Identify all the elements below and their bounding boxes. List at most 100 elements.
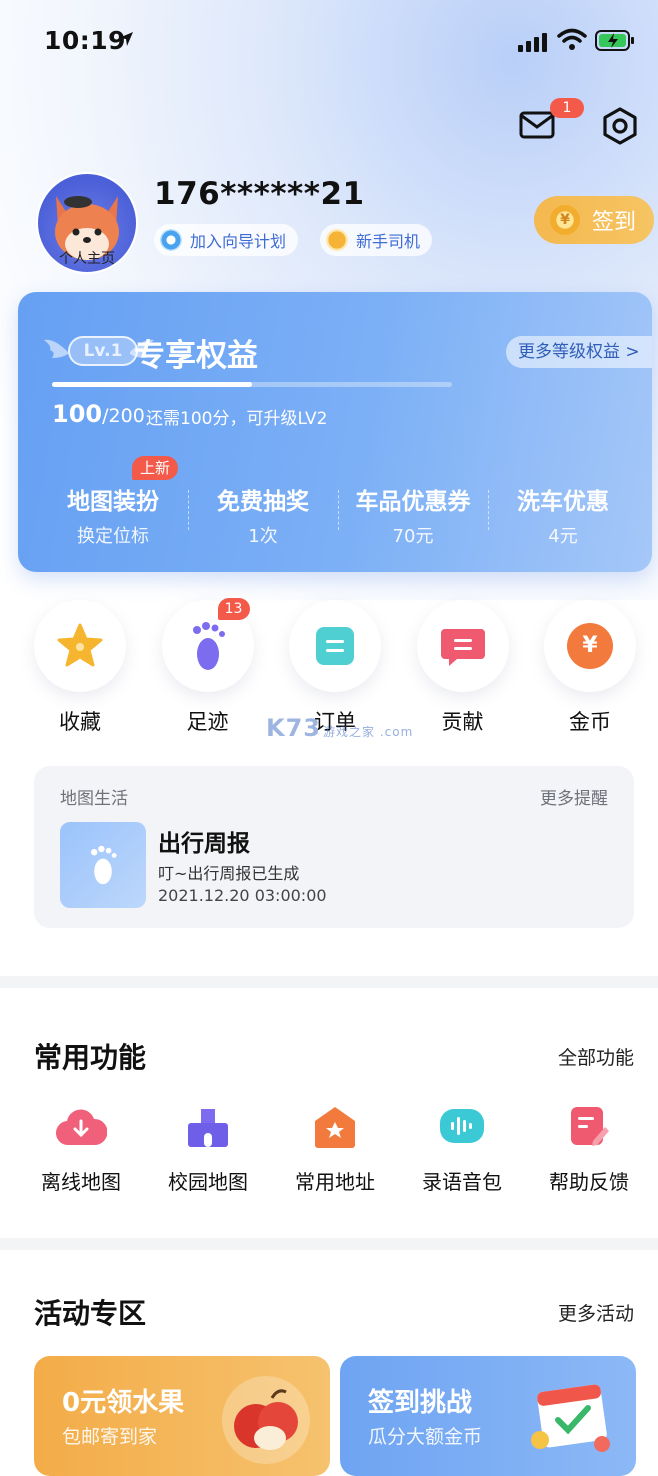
- shortcut-footprints[interactable]: 13 足迹: [146, 598, 270, 740]
- favorites-bubble: [34, 600, 126, 692]
- func-help-feedback[interactable]: 帮助反馈: [526, 1100, 652, 1200]
- perk-sub: 换定位标: [77, 526, 149, 547]
- checkin-challenge-card[interactable]: 签到挑战 瓜分大额金币: [340, 1356, 636, 1476]
- apple-icon: [222, 1376, 310, 1464]
- free-fruit-card[interactable]: 0元领水果 包邮寄到家: [34, 1356, 330, 1476]
- activity-sub: 包邮寄到家: [62, 1426, 158, 1448]
- func-record-voice[interactable]: 录语音包: [399, 1100, 525, 1200]
- map-life-header: 地图生活: [60, 789, 128, 809]
- common-functions-row: 离线地图 校园地图 常用地址 录语音包 帮助反馈: [18, 1100, 652, 1200]
- level-title: 专享权益: [134, 338, 258, 374]
- wifi-icon: [557, 28, 587, 50]
- gold-coin-icon: ¥: [567, 623, 613, 669]
- perks-row: 地图装扮 换定位标 免费抽奖 1次 车品优惠券 70元 洗车优惠 4元: [38, 482, 638, 547]
- watermark-text: K73: [266, 714, 321, 742]
- calendar-check-icon: [531, 1384, 610, 1452]
- shortcut-label: 金币: [569, 710, 611, 734]
- checkin-label: 签到: [592, 210, 637, 235]
- func-label: 离线地图: [41, 1170, 121, 1194]
- level-progress-bar: [52, 382, 452, 387]
- contribution-icon: [440, 629, 485, 666]
- shortcut-contributions[interactable]: 贡献: [401, 600, 525, 740]
- user-phone: 176******21: [154, 176, 365, 212]
- mail-badge: 1: [550, 98, 584, 118]
- section-divider: [0, 976, 658, 988]
- cellular-signal-icon: [518, 33, 547, 52]
- score-note: 还需100分，可升级LV2: [146, 409, 328, 429]
- func-common-address[interactable]: 常用地址: [272, 1100, 398, 1200]
- activities-title: 活动专区: [34, 1297, 147, 1330]
- weekly-report-title: 出行周报: [158, 831, 250, 857]
- func-label: 常用地址: [295, 1170, 375, 1194]
- perk-title: 地图装扮: [67, 489, 159, 515]
- common-functions-title: 常用功能: [34, 1041, 147, 1074]
- coin-icon: ¥: [550, 205, 580, 235]
- order-icon: [316, 627, 354, 665]
- star-medal-icon: [326, 229, 348, 251]
- level-badge: Lv.1: [68, 336, 138, 366]
- battery-charging-icon: [595, 30, 634, 51]
- func-label: 校园地图: [168, 1170, 248, 1194]
- school-icon: [188, 1109, 228, 1147]
- home-star-icon: [315, 1107, 355, 1148]
- watermark-sub: 游戏之家 .com: [323, 725, 414, 739]
- weekly-report-thumbnail: [60, 822, 146, 908]
- weekly-report-date: 2021.12.20 03:00:00: [158, 886, 327, 905]
- guide-plan-label: 加入向导计划: [190, 232, 287, 251]
- func-campus-map[interactable]: 校园地图: [145, 1100, 271, 1200]
- perk-car-wash[interactable]: 洗车优惠 4元: [488, 482, 638, 547]
- status-time: 10:19: [44, 26, 127, 55]
- avatar[interactable]: 个人主页: [36, 172, 138, 274]
- activity-sub: 瓜分大额金币: [368, 1426, 483, 1448]
- voice-wave-icon: [440, 1109, 484, 1143]
- activity-title: 签到挑战: [368, 1388, 473, 1418]
- cloud-download-icon: [56, 1109, 107, 1146]
- more-level-benefits-link[interactable]: 更多等级权益 >: [506, 336, 652, 368]
- perk-map-skin[interactable]: 地图装扮 换定位标: [38, 482, 188, 547]
- eye-icon: [160, 229, 182, 251]
- score-current: 100: [52, 400, 103, 428]
- shortcut-label: 贡献: [441, 710, 484, 734]
- level-score: 100/200: [52, 400, 145, 428]
- map-life-card[interactable]: 地图生活 更多提醒 出行周报 叮~出行周报已生成 2021.12.20 03:0…: [34, 766, 634, 928]
- perk-free-lottery[interactable]: 免费抽奖 1次: [188, 482, 338, 547]
- perk-title: 洗车优惠: [517, 489, 609, 515]
- func-offline-map[interactable]: 离线地图: [18, 1100, 144, 1200]
- settings-gear-icon[interactable]: [600, 106, 640, 146]
- footprint-icon: [91, 845, 117, 885]
- level-benefits-card[interactable]: Lv.1 专享权益 更多等级权益 > 100/200 还需100分，可升级LV2…: [18, 292, 652, 572]
- shortcut-favorites[interactable]: 收藏: [18, 600, 142, 740]
- contributions-bubble: [416, 600, 509, 692]
- perk-sub: 1次: [248, 526, 278, 547]
- new-driver-tag[interactable]: 新手司机: [320, 224, 433, 256]
- more-reminders-link[interactable]: 更多提醒: [540, 784, 608, 809]
- watermark: K73 游戏之家 .com: [266, 714, 413, 742]
- avatar-label: 个人主页: [59, 251, 115, 267]
- more-activities-link[interactable]: 更多活动: [558, 1299, 634, 1326]
- gold-coins-bubble: ¥: [544, 600, 636, 692]
- func-label: 录语音包: [422, 1170, 502, 1194]
- new-badge: 上新: [132, 456, 179, 480]
- perk-sub: 70元: [392, 526, 434, 547]
- level-progress-fill: [52, 382, 252, 387]
- new-driver-label: 新手司机: [356, 232, 421, 251]
- all-functions-link[interactable]: 全部功能: [558, 1043, 634, 1070]
- shortcut-label: 收藏: [59, 710, 101, 734]
- footprint-icon: [192, 622, 225, 670]
- shortcut-gold-coins[interactable]: ¥ 金币: [528, 600, 652, 740]
- footprints-badge: 13: [217, 598, 250, 620]
- perk-car-coupon[interactable]: 车品优惠券 70元: [338, 482, 488, 547]
- weekly-report-subtitle: 叮~出行周报已生成: [158, 864, 300, 883]
- location-arrow-icon: [119, 32, 133, 46]
- perk-sub: 4元: [548, 526, 578, 547]
- activity-title: 0元领水果: [62, 1388, 185, 1418]
- score-max: /200: [102, 405, 145, 427]
- func-label: 帮助反馈: [549, 1170, 629, 1194]
- feedback-edit-icon: [571, 1107, 609, 1146]
- status-bar: 10:19: [0, 22, 658, 62]
- checkin-button[interactable]: ¥ 签到: [534, 196, 654, 244]
- section-divider: [0, 1238, 658, 1250]
- shortcut-label: 足迹: [186, 710, 229, 734]
- orders-bubble: [289, 600, 381, 692]
- guide-plan-tag[interactable]: 加入向导计划: [154, 224, 299, 256]
